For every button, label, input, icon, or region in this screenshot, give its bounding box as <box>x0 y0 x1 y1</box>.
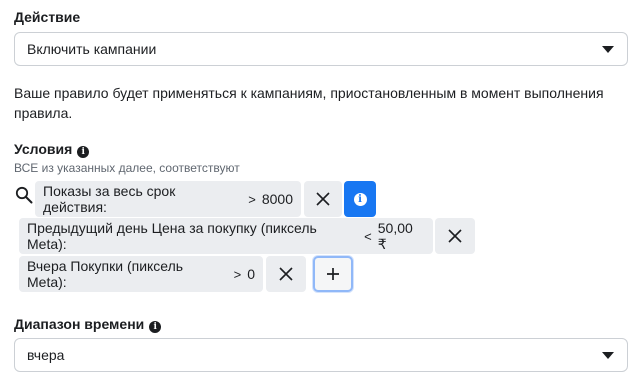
condition-value: 8000 <box>261 191 293 207</box>
conditions-subtitle: ВСЕ из указанных далее, соответствуют <box>14 161 240 175</box>
close-icon <box>279 267 293 281</box>
remove-condition-button[interactable] <box>304 181 342 217</box>
caret-down-icon <box>602 45 614 53</box>
plus-icon <box>327 268 339 280</box>
rule-note: Ваше правило будет применяться к кампани… <box>14 85 604 121</box>
conditions-title: Условия i <box>14 141 90 158</box>
condition-value: 0 <box>247 266 255 282</box>
conditions-title-text: Условия <box>14 141 73 157</box>
condition-chip-cost-per-purchase[interactable]: Предыдущий день Цена за покупку (пиксель… <box>19 218 433 254</box>
condition-metric: Показы за весь срок действия: <box>43 183 176 215</box>
condition-metric: Вчера Покупки (пиксель Meta): <box>27 258 184 290</box>
action-label: Действие <box>14 9 81 25</box>
info-icon: i <box>353 192 367 206</box>
info-icon[interactable]: i <box>77 146 90 158</box>
time-range-label: Диапазон времени i <box>14 316 162 333</box>
search-icon <box>15 186 33 204</box>
condition-operator: > <box>233 266 242 282</box>
action-select[interactable]: Включить кампании <box>14 32 628 66</box>
condition-value: 50,00 ₹ <box>377 219 413 252</box>
condition-operator: < <box>364 228 372 244</box>
time-range-label-text: Диапазон времени <box>14 316 145 332</box>
close-icon <box>316 192 330 206</box>
remove-condition-button[interactable] <box>266 256 306 292</box>
remove-condition-button[interactable] <box>435 218 475 254</box>
condition-operator: > <box>248 191 256 207</box>
condition-chip-impressions[interactable]: Показы за весь срок действия: > 8000 <box>35 181 301 217</box>
condition-chip-purchases[interactable]: Вчера Покупки (пиксель Meta): > 0 <box>19 256 263 292</box>
close-icon <box>448 229 462 243</box>
time-range-select-value: вчера <box>27 347 65 363</box>
info-icon[interactable]: i <box>149 321 162 333</box>
info-button[interactable]: i <box>344 181 376 217</box>
action-select-value: Включить кампании <box>27 41 157 57</box>
add-condition-button[interactable] <box>313 256 353 292</box>
caret-down-icon <box>602 351 614 359</box>
condition-metric: Предыдущий день Цена за покупку (пиксель… <box>27 220 317 252</box>
time-range-select[interactable]: вчера <box>14 338 628 372</box>
